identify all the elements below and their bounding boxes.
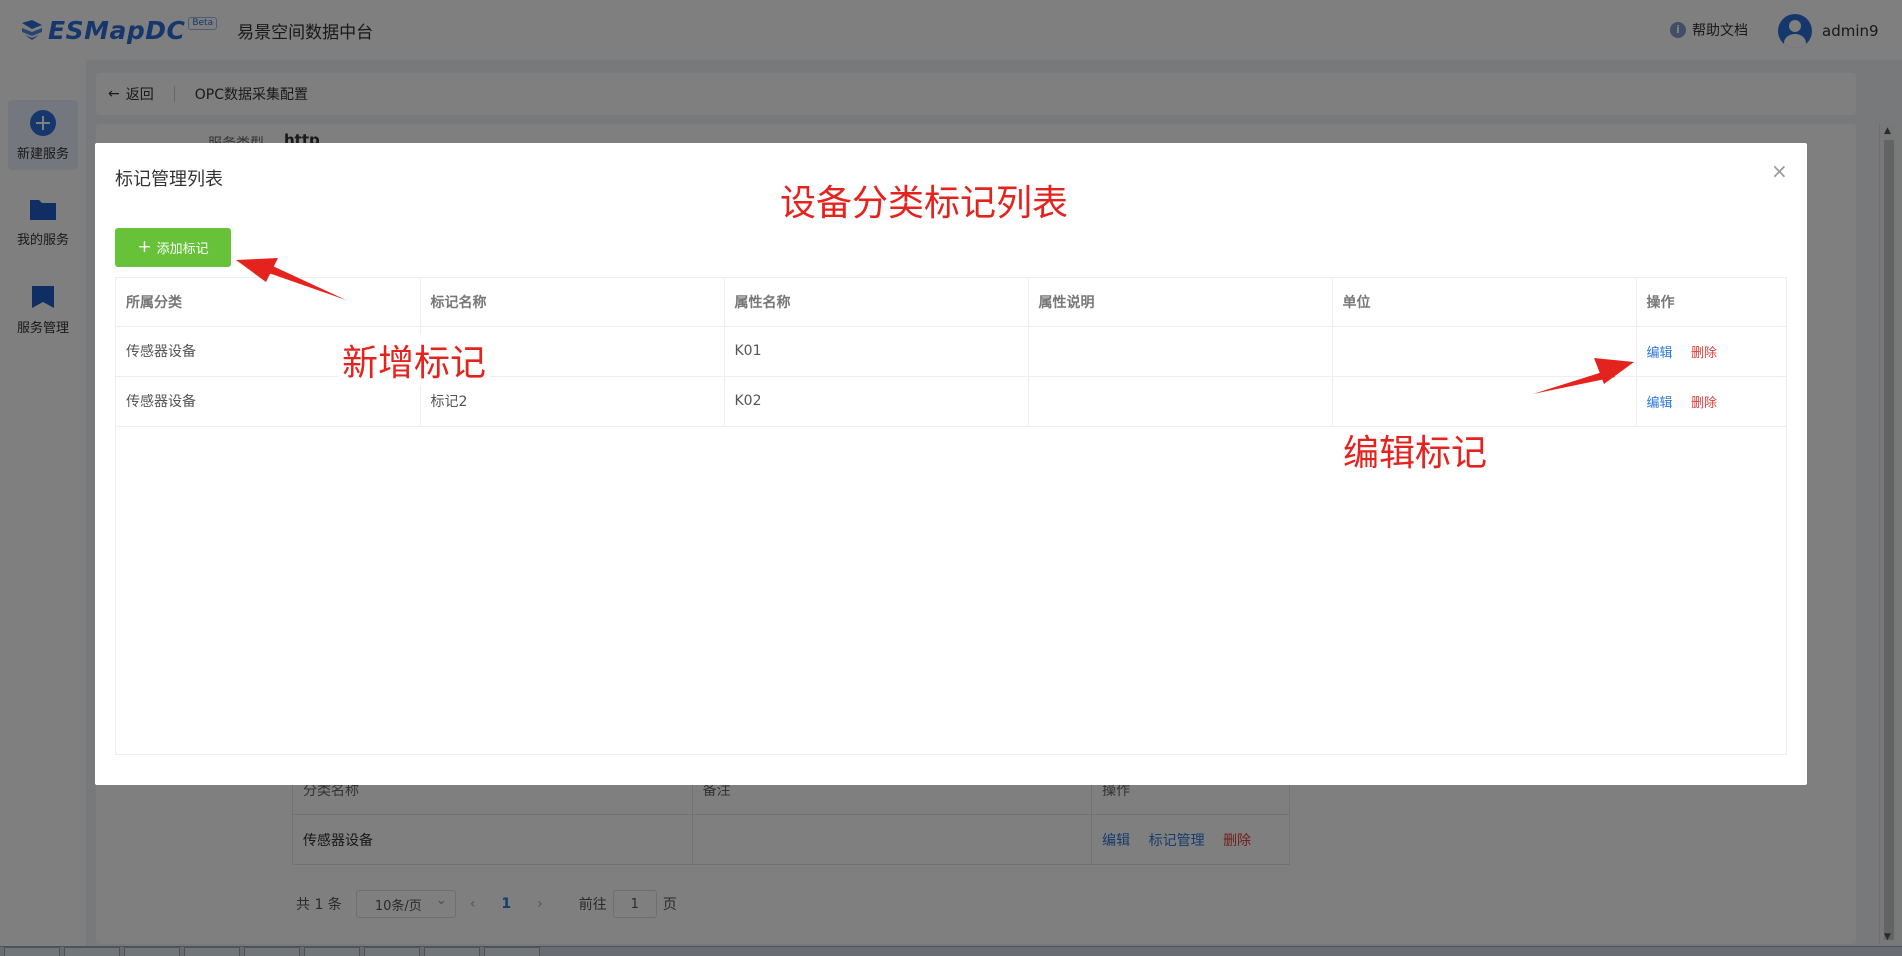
delete-mark-link[interactable]: 删除 — [1691, 346, 1717, 361]
plus-icon: + — [137, 237, 152, 257]
column-header-attr-name: 属性名称 — [724, 278, 1029, 327]
column-header-unit: 单位 — [1332, 278, 1637, 327]
annotation-edit-mark: 编辑标记 — [1343, 433, 1488, 474]
add-mark-button[interactable]: + 添加标记 — [115, 228, 231, 267]
unit-cell — [1332, 376, 1637, 427]
actions-cell: 编辑 删除 — [1636, 326, 1786, 377]
attr-name-cell: K01 — [724, 326, 1029, 377]
edit-mark-link[interactable]: 编辑 — [1647, 346, 1673, 361]
column-header-actions: 操作 — [1636, 278, 1786, 327]
delete-mark-link[interactable]: 删除 — [1691, 396, 1717, 411]
attr-name-cell: K02 — [724, 376, 1029, 427]
attr-desc-cell — [1028, 326, 1333, 377]
add-mark-label: 添加标记 — [156, 242, 209, 257]
column-header-attr-desc: 属性说明 — [1028, 278, 1333, 327]
annotation-list-title: 设备分类标记列表 — [780, 183, 1069, 224]
unit-cell — [1332, 326, 1637, 377]
dialog-title: 标记管理列表 — [115, 169, 223, 190]
annotation-add-mark: 新增标记 — [338, 334, 491, 386]
table-header-row: 所属分类 标记名称 属性名称 属性说明 单位 操作 — [116, 278, 1786, 327]
edit-mark-link[interactable]: 编辑 — [1647, 396, 1673, 411]
column-header-category: 所属分类 — [116, 278, 421, 327]
mark-management-dialog: 标记管理列表 × + 添加标记 所属分类 标记名称 属性名称 属性说明 单位 操… — [95, 143, 1807, 785]
attr-desc-cell — [1028, 376, 1333, 427]
close-icon[interactable]: × — [1771, 159, 1788, 183]
column-header-mark-name: 标记名称 — [420, 278, 725, 327]
actions-cell: 编辑 删除 — [1636, 376, 1786, 427]
